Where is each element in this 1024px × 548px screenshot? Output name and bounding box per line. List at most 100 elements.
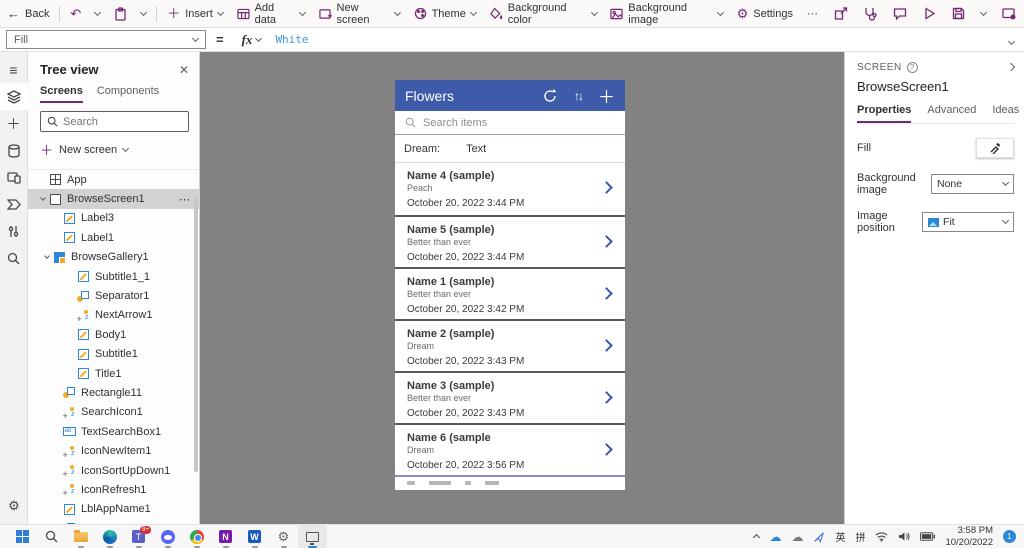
tree-scrollbar[interactable] (194, 197, 198, 472)
chevron-down-icon[interactable] (44, 253, 50, 259)
add-icon[interactable]: ＋ (598, 83, 615, 108)
tree-item-label3[interactable]: Label3 (28, 209, 199, 228)
publish-button[interactable] (994, 0, 1024, 28)
add-data-menu[interactable]: Add data (230, 0, 312, 28)
ime-mode-indicator[interactable]: 拼 (855, 529, 865, 544)
notification-count-badge[interactable]: 1 (1003, 530, 1016, 543)
data-rail-button[interactable] (0, 137, 28, 164)
paste-menu-button[interactable] (134, 0, 153, 28)
tree-item-label1[interactable]: Label1 (28, 228, 199, 247)
app-title-bar[interactable]: Flowers ↑↓ ＋ (395, 80, 625, 111)
tree-item-iconnewitem1[interactable]: zIconNewItem1 (28, 441, 199, 460)
insert-rail-button[interactable]: ＋ (0, 110, 28, 137)
edge-button[interactable] (95, 525, 124, 548)
undo-button[interactable]: ↶ (63, 0, 88, 28)
preview-button[interactable] (915, 0, 944, 28)
powerapps-active-app-button[interactable] (298, 525, 327, 548)
tab-advanced[interactable]: Advanced (927, 104, 976, 123)
sort-icon[interactable]: ↑↓ (574, 89, 582, 103)
power-automate-rail-button[interactable] (0, 191, 28, 218)
tree-item-lblappname1[interactable]: LblAppName1 (28, 500, 199, 519)
theme-menu[interactable]: Theme (407, 0, 483, 28)
gallery-item[interactable]: Name 2 (sample) Dream October 20, 2022 3… (395, 319, 625, 371)
gallery-item[interactable]: Name 3 (sample) Better than ever October… (395, 371, 625, 423)
phone-screen-preview[interactable]: Flowers ↑↓ ＋ Search items Dream: Text (395, 80, 625, 490)
background-color-menu[interactable]: Background color (483, 0, 604, 28)
undo-menu-button[interactable] (88, 0, 107, 28)
tree-search-box[interactable] (40, 111, 189, 132)
insert-menu[interactable]: ＋ Insert (160, 0, 230, 28)
wifi-icon[interactable] (875, 531, 888, 542)
gallery-item[interactable]: Name 6 (sample Dream October 20, 2022 3:… (395, 423, 625, 475)
teams-button[interactable]: T9+ (124, 525, 153, 548)
settings-button[interactable]: ⚙ Settings (730, 0, 800, 28)
tree-item-browsegallery1[interactable]: BrowseGallery1 (28, 248, 199, 267)
onedrive-icon[interactable]: ☁ (769, 531, 781, 543)
tree-item-nextarrow1[interactable]: zNextArrow1 (28, 306, 199, 325)
tree-search-input[interactable] (63, 116, 173, 128)
gallery-item[interactable]: Name 1 (sample) Better than ever October… (395, 267, 625, 319)
search-rail-button[interactable] (0, 245, 28, 272)
image-position-dropdown[interactable]: Fit (922, 212, 1014, 232)
nearby-share-icon[interactable] (813, 531, 825, 543)
hamburger-menu-icon[interactable]: ≡ (0, 56, 28, 83)
paste-button[interactable] (107, 0, 134, 28)
formula-input[interactable] (269, 33, 999, 46)
fx-menu-button[interactable]: fx (234, 32, 270, 48)
close-icon[interactable]: ✕ (179, 63, 189, 77)
app-checker-button[interactable] (856, 0, 885, 28)
tree-item-iconsortupdown1[interactable]: zIconSortUpDown1 (28, 461, 199, 480)
background-image-dropdown[interactable]: None (931, 174, 1014, 194)
property-selector[interactable]: Fill (6, 30, 206, 49)
tree-item-title1[interactable]: Title1 (28, 364, 199, 383)
media-rail-button[interactable] (0, 164, 28, 191)
comments-button[interactable] (885, 0, 915, 28)
start-button[interactable] (8, 525, 37, 548)
tree-item-textsearchbox1[interactable]: abTextSearchBox1 (28, 422, 199, 441)
dream-field-row[interactable]: Dream: Text (395, 135, 625, 162)
help-icon[interactable]: ? (907, 62, 918, 73)
fill-color-picker-button[interactable] (976, 138, 1014, 158)
tree-item-searchicon1[interactable]: zSearchIcon1 (28, 403, 199, 422)
battery-icon[interactable] (920, 532, 935, 541)
tab-components[interactable]: Components (97, 85, 159, 103)
save-options-button[interactable] (973, 0, 994, 28)
share-button[interactable] (826, 0, 856, 28)
word-button[interactable]: W (240, 525, 269, 548)
refresh-icon[interactable] (542, 88, 558, 104)
onenote-button[interactable]: N (211, 525, 240, 548)
new-screen-menu[interactable]: New screen (312, 0, 407, 28)
tree-item-subtitle1[interactable]: Subtitle1 (28, 345, 199, 364)
tree-item-subtitle1-1[interactable]: Subtitle1_1 (28, 267, 199, 286)
tab-screens[interactable]: Screens (40, 85, 83, 103)
save-button[interactable] (944, 0, 973, 28)
app-search-box[interactable]: Search items (395, 111, 625, 135)
variables-rail-button[interactable] (0, 218, 28, 245)
speaker-icon[interactable] (898, 531, 910, 542)
taskbar-search-button[interactable] (37, 525, 66, 548)
hidden-icons-chevron-icon[interactable] (753, 534, 760, 541)
taskbar-clock[interactable]: 3:58 PM 10/20/2022 (945, 525, 993, 548)
tree-item-app[interactable]: App (28, 170, 199, 189)
background-image-menu[interactable]: Background image (603, 0, 729, 28)
back-button[interactable]: ← Back (0, 0, 56, 28)
tree-item-rectangle11[interactable]: Rectangle11 (28, 383, 199, 402)
gallery-item[interactable]: Name 5 (sample) Better than ever October… (395, 215, 625, 267)
cloud-sync-icon[interactable]: ☁ (791, 531, 803, 543)
gallery-item[interactable]: Name 4 (sample) Peach October 20, 2022 3… (395, 163, 625, 215)
tree-item-separator1[interactable]: Separator1 (28, 286, 199, 305)
new-screen-button[interactable]: ＋ New screen (28, 132, 199, 167)
settings-app-button[interactable]: ⚙ (269, 525, 298, 548)
advanced-tools-button[interactable]: ⚙ (0, 498, 28, 514)
chrome-button[interactable] (182, 525, 211, 548)
chevron-down-icon[interactable] (40, 195, 46, 201)
tree-item-browsescreen1[interactable]: BrowseScreen1 ⋯ (28, 189, 199, 208)
toolbar-overflow-button[interactable]: ⋯ (800, 0, 826, 28)
tree-view-rail-button[interactable] (0, 83, 28, 110)
discord-button[interactable] (153, 525, 182, 548)
ime-language-indicator[interactable]: 英 (835, 529, 845, 544)
file-explorer-button[interactable] (66, 525, 95, 548)
tab-properties[interactable]: Properties (857, 104, 911, 123)
design-canvas[interactable]: Flowers ↑↓ ＋ Search items Dream: Text (200, 52, 844, 524)
tab-ideas[interactable]: Ideas (992, 104, 1019, 123)
